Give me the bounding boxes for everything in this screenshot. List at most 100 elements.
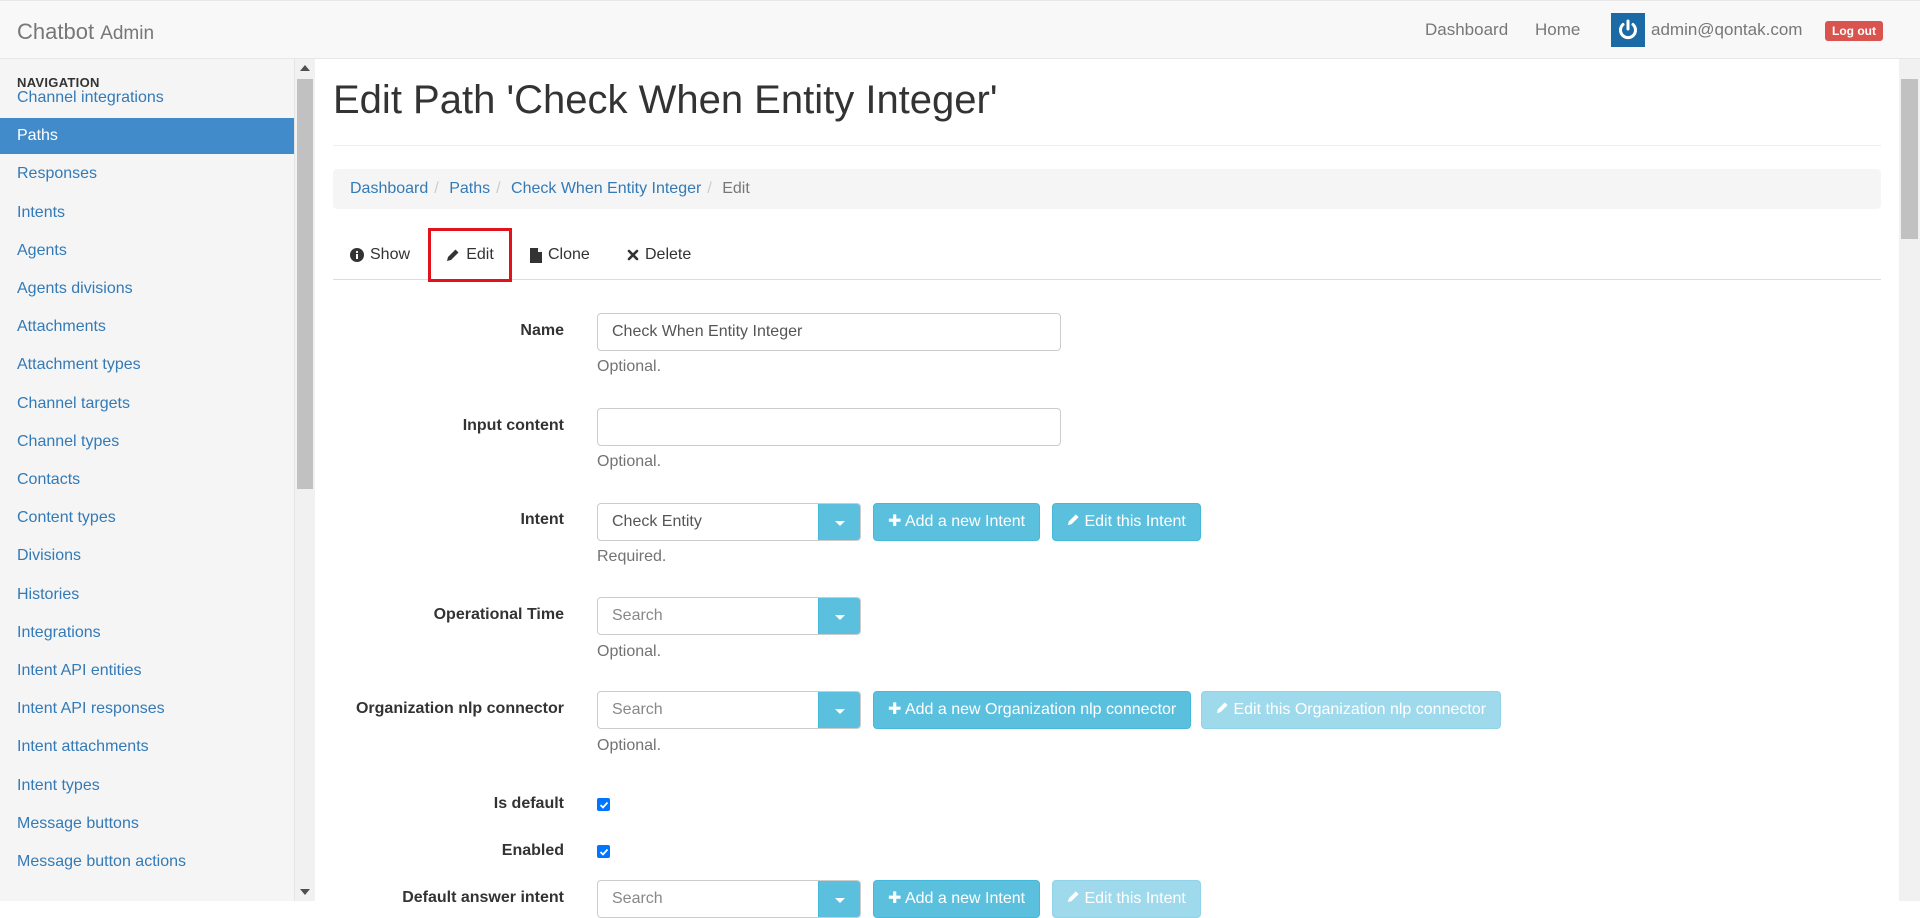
scroll-up-icon[interactable] <box>300 65 310 71</box>
brand-sub: Admin <box>100 23 155 44</box>
org-nlp-select[interactable]: Search <box>597 691 861 729</box>
file-icon <box>530 247 542 263</box>
org-nlp-placeholder: Search <box>612 701 663 718</box>
org-nlp-help: Optional. <box>597 737 662 754</box>
logout-button[interactable]: Log out <box>1825 21 1883 41</box>
plus-icon: ✚ <box>888 701 902 718</box>
add-org-nlp-button[interactable]: ✚ Add a new Organization nlp connector <box>873 691 1192 729</box>
sidebar-item-agents-divisions[interactable]: Agents divisions <box>0 271 294 307</box>
tab-delete-label: Delete <box>645 246 692 263</box>
sidebar-item-message-button-actions[interactable]: Message button actions <box>0 844 294 880</box>
intent-dropdown-toggle[interactable] <box>818 504 860 540</box>
sidebar-item-contacts[interactable]: Contacts <box>0 462 294 498</box>
default-answer-intent-dropdown-toggle[interactable] <box>818 881 860 917</box>
tab-show-label: Show <box>370 246 411 263</box>
edit-default-intent-button[interactable]: Edit this Intent <box>1052 880 1201 918</box>
sidebar-item-paths[interactable]: Paths <box>0 118 294 155</box>
name-field[interactable]: Check When Entity Integer <box>597 313 1061 351</box>
breadcrumb-separator: / <box>434 180 439 197</box>
edit-intent-button[interactable]: Edit this Intent <box>1052 503 1201 541</box>
operational-time-placeholder: Search <box>612 607 663 624</box>
name-help: Optional. <box>597 358 662 375</box>
edit-default-intent-label: Edit this Intent <box>1084 890 1186 907</box>
sidebar-item-histories[interactable]: Histories <box>0 577 294 613</box>
check-icon <box>599 848 608 856</box>
operational-time-label: Operational Time <box>433 606 564 623</box>
tab-edit-label: Edit <box>466 246 494 263</box>
sidebar-item-agents[interactable]: Agents <box>0 233 294 269</box>
operational-time-select[interactable]: Search <box>597 597 861 635</box>
sidebar-scroll-thumb[interactable] <box>297 79 313 489</box>
info-circle-icon <box>350 248 364 262</box>
sidebar-item-intents[interactable]: Intents <box>0 195 294 231</box>
sidebar-item-content-types[interactable]: Content types <box>0 500 294 536</box>
pencil-icon <box>447 249 459 261</box>
breadcrumb-paths[interactable]: Paths <box>449 180 490 197</box>
breadcrumb-current: Edit <box>722 180 750 197</box>
intent-select-value: Check Entity <box>612 513 702 530</box>
name-label: Name <box>520 322 564 339</box>
brand[interactable]: Chatbot Admin <box>17 19 154 45</box>
main-scrollbar[interactable] <box>1899 59 1920 901</box>
tab-delete[interactable]: Delete <box>627 230 691 280</box>
sidebar-item-responses[interactable]: Responses <box>0 156 294 192</box>
user-email[interactable]: admin@qontak.com <box>1651 20 1802 40</box>
sidebar-item-integrations[interactable]: Integrations <box>0 615 294 651</box>
is-default-label: Is default <box>493 795 564 812</box>
enabled-label: Enabled <box>501 842 564 859</box>
sidebar-item-intent-api-responses[interactable]: Intent API responses <box>0 691 294 727</box>
breadcrumb-dashboard[interactable]: Dashboard <box>350 180 428 197</box>
pencil-icon <box>1216 702 1228 714</box>
caret-down-icon <box>834 520 845 526</box>
add-default-intent-button[interactable]: ✚ Add a new Intent <box>873 880 1041 918</box>
sidebar-item-channel-targets[interactable]: Channel targets <box>0 386 294 422</box>
close-icon <box>627 249 639 261</box>
scroll-down-icon[interactable] <box>300 889 310 895</box>
input-content-help: Optional. <box>597 453 662 470</box>
breadcrumb-path[interactable]: Check When Entity Integer <box>511 180 701 197</box>
page-title: Edit Path 'Check When Entity Integer' <box>333 78 998 122</box>
sidebar-item-channel-types[interactable]: Channel types <box>0 424 294 460</box>
brand-name: Chatbot <box>17 19 95 44</box>
sidebar-item-channel-integrations[interactable]: Channel integrations <box>0 80 294 116</box>
is-default-checkbox[interactable] <box>597 798 610 811</box>
edit-org-nlp-label: Edit this Organization nlp connector <box>1233 701 1487 718</box>
intent-select[interactable]: Check Entity <box>597 503 861 541</box>
avatar[interactable] <box>1611 13 1645 47</box>
caret-down-icon <box>834 708 845 714</box>
default-answer-intent-select[interactable]: Search <box>597 880 861 918</box>
sidebar-item-divisions[interactable]: Divisions <box>0 538 294 574</box>
nav-home-link[interactable]: Home <box>1535 20 1580 40</box>
sidebar: NAVIGATION Channel integrations Paths Resp… <box>0 59 295 901</box>
enabled-checkbox[interactable] <box>597 845 610 858</box>
sidebar-item-intent-api-entities[interactable]: Intent API entities <box>0 653 294 689</box>
nav-dashboard-link[interactable]: Dashboard <box>1425 20 1508 40</box>
tab-show[interactable]: Show <box>350 230 410 280</box>
input-content-label: Input content <box>462 417 564 434</box>
sidebar-item-message-buttons[interactable]: Message buttons <box>0 806 294 842</box>
main-scroll-thumb[interactable] <box>1901 79 1918 239</box>
add-org-nlp-label: Add a new Organization nlp connector <box>904 701 1177 718</box>
operational-time-dropdown-toggle[interactable] <box>818 598 860 634</box>
caret-down-icon <box>834 614 845 620</box>
breadcrumb-separator: / <box>496 180 501 197</box>
tab-clone[interactable]: Clone <box>530 230 590 280</box>
org-nlp-dropdown-toggle[interactable] <box>818 692 860 728</box>
operational-time-help: Optional. <box>597 643 662 660</box>
sidebar-item-attachment-types[interactable]: Attachment types <box>0 347 294 383</box>
input-content-field[interactable] <box>597 408 1061 446</box>
add-intent-button[interactable]: ✚ Add a new Intent <box>873 503 1041 541</box>
add-default-intent-label: Add a new Intent <box>904 890 1026 907</box>
top-navbar: Chatbot Admin Dashboard Home admin@qonta… <box>0 0 1920 59</box>
sidebar-item-intent-types[interactable]: Intent types <box>0 768 294 804</box>
sidebar-scrollbar[interactable] <box>295 59 315 901</box>
sidebar-item-attachments[interactable]: Attachments <box>0 309 294 345</box>
caret-down-icon <box>834 897 845 903</box>
sidebar-item-intent-attachments[interactable]: Intent attachments <box>0 729 294 765</box>
default-answer-intent-placeholder: Search <box>612 890 663 907</box>
breadcrumb: Dashboard / Paths / Check When Entity Inte… <box>333 169 1881 209</box>
tab-edit[interactable]: Edit <box>428 228 512 282</box>
title-divider <box>333 145 1881 146</box>
edit-org-nlp-button[interactable]: Edit this Organization nlp connector <box>1201 691 1502 729</box>
edit-intent-label: Edit this Intent <box>1084 513 1186 530</box>
